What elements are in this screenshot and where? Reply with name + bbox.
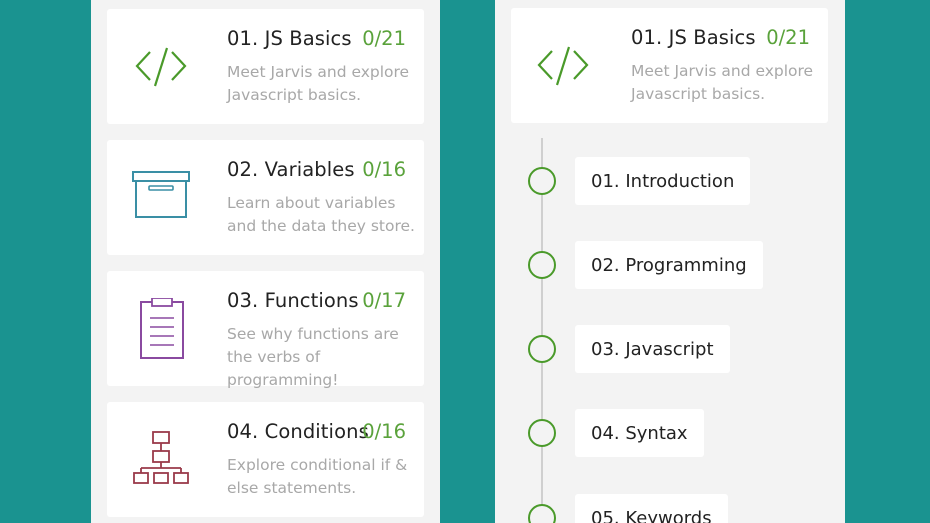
module-title: 03. Functions: [227, 289, 359, 312]
module-description: Meet Jarvis and explore Javascript basic…: [227, 63, 410, 104]
module-title: 02. Variables: [227, 158, 355, 181]
module-detail-screen: 01. JS Basics 0/21 Meet Jarvis and explo…: [495, 0, 845, 523]
lesson-progress-circle: [528, 504, 556, 523]
lesson-label[interactable]: 01. Introduction: [575, 157, 751, 205]
lesson-progress-circle: [528, 167, 556, 195]
lesson-label[interactable]: 04. Syntax: [575, 409, 704, 457]
lesson-progress-circle: [528, 335, 556, 363]
module-progress-count: 0/21: [362, 27, 406, 50]
module-list-screen: 01. JS Basics 0/21 Meet Jarvis and explo…: [91, 0, 440, 523]
clipboard-list-icon: [131, 297, 191, 360]
module-title: 01. JS Basics: [631, 26, 756, 49]
module-title: 04. Conditions: [227, 420, 369, 443]
module-progress-count: 0/16: [362, 420, 406, 443]
lesson-item-javascript[interactable]: 03. Javascript: [495, 325, 845, 373]
module-card-functions[interactable]: 03. Functions 0/17 See why functions are…: [107, 271, 424, 389]
code-brackets-icon: [131, 36, 191, 98]
lesson-label[interactable]: 05. Keywords: [575, 494, 728, 523]
module-description: Explore conditional if & else statements…: [227, 456, 408, 497]
lesson-label[interactable]: 03. Javascript: [575, 325, 730, 373]
lesson-progress-circle: [528, 419, 556, 447]
lesson-item-introduction[interactable]: 01. Introduction: [495, 157, 845, 205]
module-progress-count: 0/16: [362, 158, 406, 181]
module-description: See why functions are the verbs of progr…: [227, 325, 399, 389]
module-description: Meet Jarvis and explore Javascript basic…: [631, 62, 814, 103]
module-card-variables[interactable]: 02. Variables 0/16 Learn about variables…: [107, 140, 424, 255]
module-header-card: 01. JS Basics 0/21 Meet Jarvis and explo…: [511, 8, 828, 123]
lesson-item-syntax[interactable]: 04. Syntax: [495, 409, 845, 457]
lesson-progress-circle: [528, 251, 556, 279]
module-description: Learn about variables and the data they …: [227, 194, 415, 235]
module-progress-count: 0/21: [766, 26, 810, 49]
lesson-item-keywords[interactable]: 05. Keywords: [495, 494, 845, 523]
lesson-label[interactable]: 02. Programming: [575, 241, 763, 289]
module-card-conditions[interactable]: 04. Conditions 0/16 Explore conditional …: [107, 402, 424, 517]
storage-box-icon: [131, 167, 191, 229]
module-progress-count: 0/17: [362, 289, 406, 312]
module-card-js-basics[interactable]: 01. JS Basics 0/21 Meet Jarvis and explo…: [107, 9, 424, 124]
lesson-item-programming[interactable]: 02. Programming: [495, 241, 845, 289]
flowchart-tree-icon: [131, 429, 191, 491]
code-brackets-icon: [533, 35, 593, 97]
module-title: 01. JS Basics: [227, 27, 352, 50]
